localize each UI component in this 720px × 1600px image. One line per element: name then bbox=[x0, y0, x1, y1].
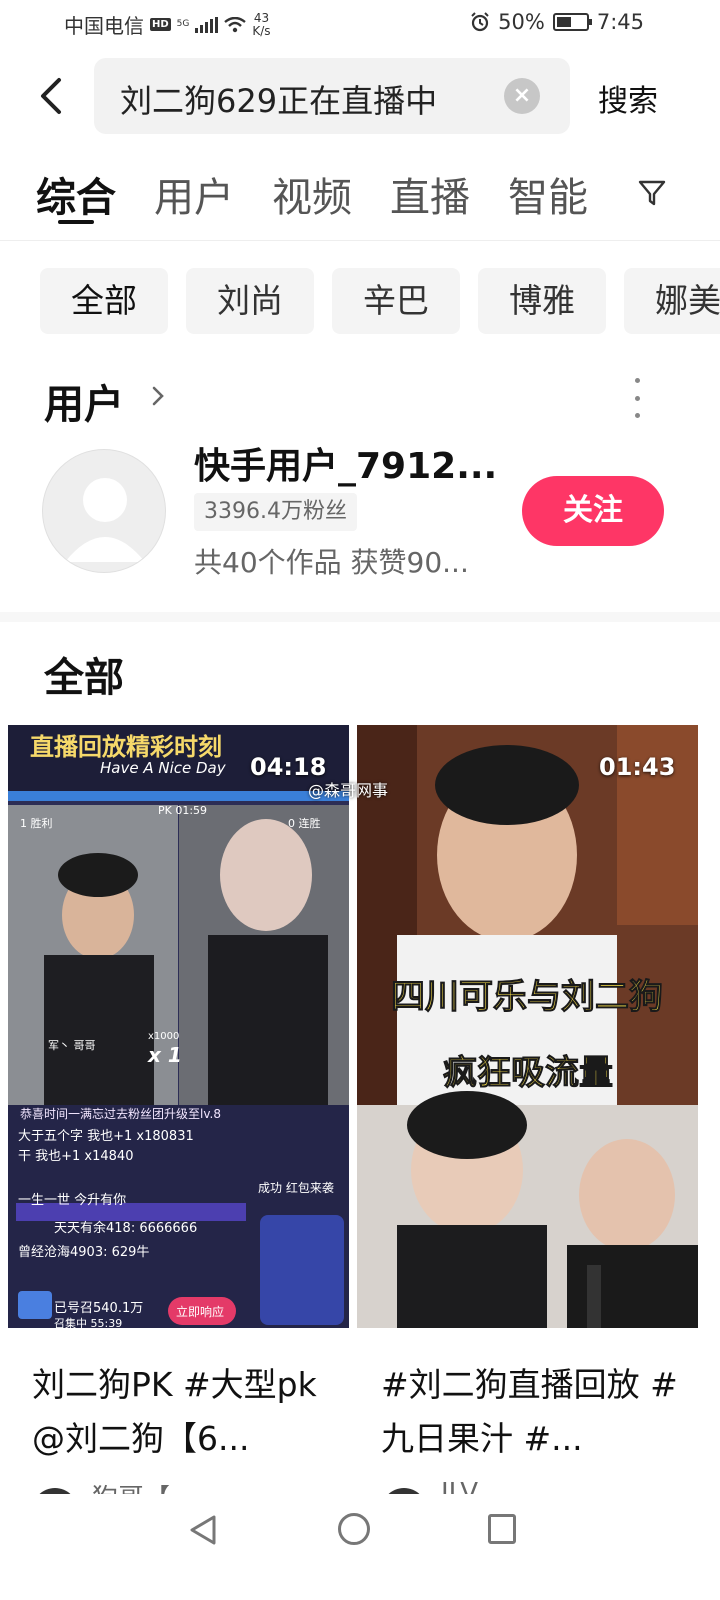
alarm-icon bbox=[471, 12, 489, 32]
battery-icon bbox=[552, 13, 592, 31]
chat-line-1: 大于五个字 我也+1 x180831 bbox=[18, 1129, 194, 1144]
tabs-divider bbox=[0, 240, 720, 241]
chat-line-5: 曾经沧海4903: 629牛 bbox=[18, 1245, 150, 1260]
section-separator bbox=[0, 612, 720, 622]
hd-badge: HD bbox=[150, 18, 171, 31]
video-title-2[interactable]: #刘二狗直播回放 #九日果汁 #... bbox=[381, 1358, 697, 1466]
chat-line-2: 干 我也+1 x14840 bbox=[18, 1149, 134, 1164]
category-tabs: 综合 用户 视频 直播 智能 bbox=[36, 165, 646, 225]
upgrade-notice: 恭喜时间一满忘过去粉丝团升级至lv.8 bbox=[20, 1107, 221, 1121]
gift-multiplier: x 1 bbox=[148, 1043, 182, 1067]
respond-button: 立即响应 bbox=[176, 1305, 225, 1319]
avatar[interactable] bbox=[42, 449, 166, 573]
clock: 7:45 bbox=[596, 10, 644, 34]
filter-icon[interactable] bbox=[636, 176, 668, 208]
filter-chips: 全部 刘尚 辛巴 博雅 娜美 bbox=[40, 268, 720, 334]
video-thumbnail-2 bbox=[357, 725, 698, 1328]
all-section-title: 全部 bbox=[44, 655, 124, 701]
summon-timer: 召集中 55:39 bbox=[54, 1317, 123, 1328]
replay-banner: 直播回放精彩时刻 bbox=[30, 733, 222, 761]
active-tab-indicator bbox=[58, 220, 94, 224]
nav-home-icon[interactable] bbox=[338, 1513, 370, 1545]
search-button[interactable]: 搜索 bbox=[598, 76, 658, 120]
fans-count: 3396.4万粉丝 bbox=[194, 493, 357, 531]
carrier-label: 中国电信 bbox=[64, 14, 144, 38]
status-right: 50% 7:45 bbox=[470, 10, 644, 34]
video-duration-2: 01:43 bbox=[599, 753, 676, 781]
chevron-right-icon[interactable] bbox=[148, 382, 168, 410]
speed-unit: K/s bbox=[252, 23, 271, 38]
chip-all[interactable]: 全部 bbox=[40, 268, 168, 334]
default-avatar-icon bbox=[65, 478, 145, 562]
summon-count: 已号召540.1万 bbox=[54, 1301, 144, 1316]
video-title-1[interactable]: 刘二狗PK #大型pk @刘二狗【6... bbox=[32, 1358, 348, 1466]
system-nav-bar bbox=[0, 1494, 720, 1600]
nav-back-icon[interactable] bbox=[188, 1514, 218, 1546]
user-name[interactable]: 快手用户_7912... bbox=[194, 437, 497, 489]
replay-banner-sub: Have A Nice Day bbox=[100, 759, 226, 777]
tab-videos[interactable]: 视频 bbox=[272, 165, 352, 225]
speed-indicator: 43 K/s bbox=[252, 10, 271, 38]
works-summary: 共40个作品 获赞90... bbox=[194, 546, 469, 579]
pk-timer: PK 01:59 bbox=[158, 804, 208, 817]
wifi-icon bbox=[224, 16, 247, 32]
video-caption-1: 四川可乐与刘二狗 bbox=[391, 977, 664, 1018]
search-input[interactable]: 刘二狗629正在直播中 × bbox=[94, 58, 570, 134]
red-pack-notice: 成功 红包来袭 bbox=[258, 1181, 334, 1195]
network-type: 5G bbox=[176, 19, 190, 29]
chip-boya[interactable]: 博雅 bbox=[478, 268, 606, 334]
video-card-2[interactable]: 四川可乐与刘二狗 疯狂吸流量 01:43 bbox=[357, 725, 698, 1328]
tab-smart[interactable]: 智能 bbox=[508, 165, 588, 225]
battery-percent: 50% bbox=[498, 10, 545, 34]
back-arrow-icon bbox=[41, 78, 61, 114]
chip-liushang[interactable]: 刘尚 bbox=[186, 268, 314, 334]
chip-xinba[interactable]: 辛巴 bbox=[332, 268, 460, 334]
watermark: @森哥网事 bbox=[308, 781, 389, 800]
status-left: 中国电信 HD 5G 43 K/s bbox=[64, 10, 271, 39]
gift-sender: 军丶 哥哥 bbox=[48, 1039, 96, 1052]
tab-users[interactable]: 用户 bbox=[154, 165, 234, 225]
signal-icon bbox=[195, 16, 219, 33]
battery-fill bbox=[556, 17, 571, 27]
more-icon[interactable] bbox=[628, 378, 646, 418]
chip-namei[interactable]: 娜美 bbox=[624, 268, 720, 334]
chat-line-3: 一生一世 今升有你 bbox=[18, 1193, 127, 1208]
follow-button[interactable]: 关注 bbox=[522, 476, 664, 546]
user-section-title[interactable]: 用户 bbox=[44, 372, 124, 430]
video-caption-2: 疯狂吸流量 bbox=[443, 1053, 614, 1094]
right-score: 0 连胜 bbox=[288, 817, 321, 830]
back-button[interactable] bbox=[30, 74, 70, 118]
clear-icon[interactable]: × bbox=[504, 78, 540, 114]
search-query[interactable]: 刘二狗629正在直播中 bbox=[120, 76, 500, 122]
status-bar: 中国电信 HD 5G 43 K/s 50% 7:45 bbox=[0, 0, 720, 48]
nav-recent-icon[interactable] bbox=[488, 1514, 516, 1544]
video-card-1[interactable]: 直播回放精彩时刻 Have A Nice Day PK 01:59 1 胜利 0… bbox=[8, 725, 349, 1328]
left-score: 1 胜利 bbox=[20, 817, 53, 830]
chat-line-4: 天天有余418: 6666666 bbox=[54, 1221, 198, 1236]
gift-multiplier-top: x1000 bbox=[148, 1031, 180, 1042]
tab-comprehensive[interactable]: 综合 bbox=[36, 165, 116, 225]
tab-live[interactable]: 直播 bbox=[390, 165, 470, 225]
speed-value: 43 bbox=[253, 10, 270, 25]
